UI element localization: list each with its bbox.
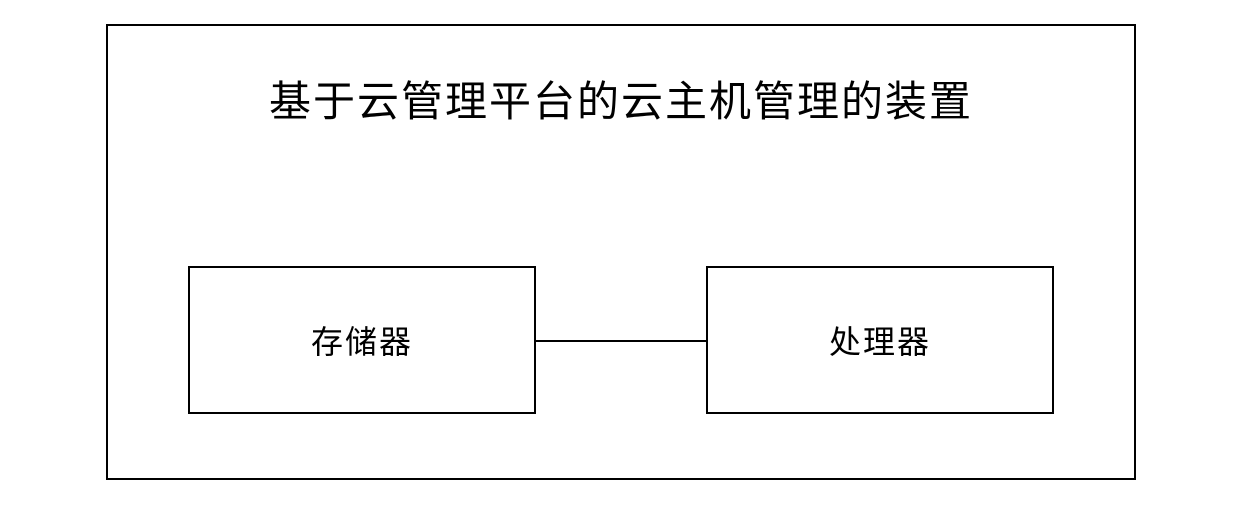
outer-container-box: 基于云管理平台的云主机管理的装置 存储器 处理器 xyxy=(106,24,1136,480)
processor-block-label: 处理器 xyxy=(829,317,931,363)
diagram-title: 基于云管理平台的云主机管理的装置 xyxy=(108,78,1134,128)
connector-line xyxy=(536,340,706,342)
memory-block: 存储器 xyxy=(188,266,536,414)
diagram-canvas: 基于云管理平台的云主机管理的装置 存储器 处理器 xyxy=(0,0,1240,519)
processor-block: 处理器 xyxy=(706,266,1054,414)
memory-block-label: 存储器 xyxy=(311,317,413,363)
